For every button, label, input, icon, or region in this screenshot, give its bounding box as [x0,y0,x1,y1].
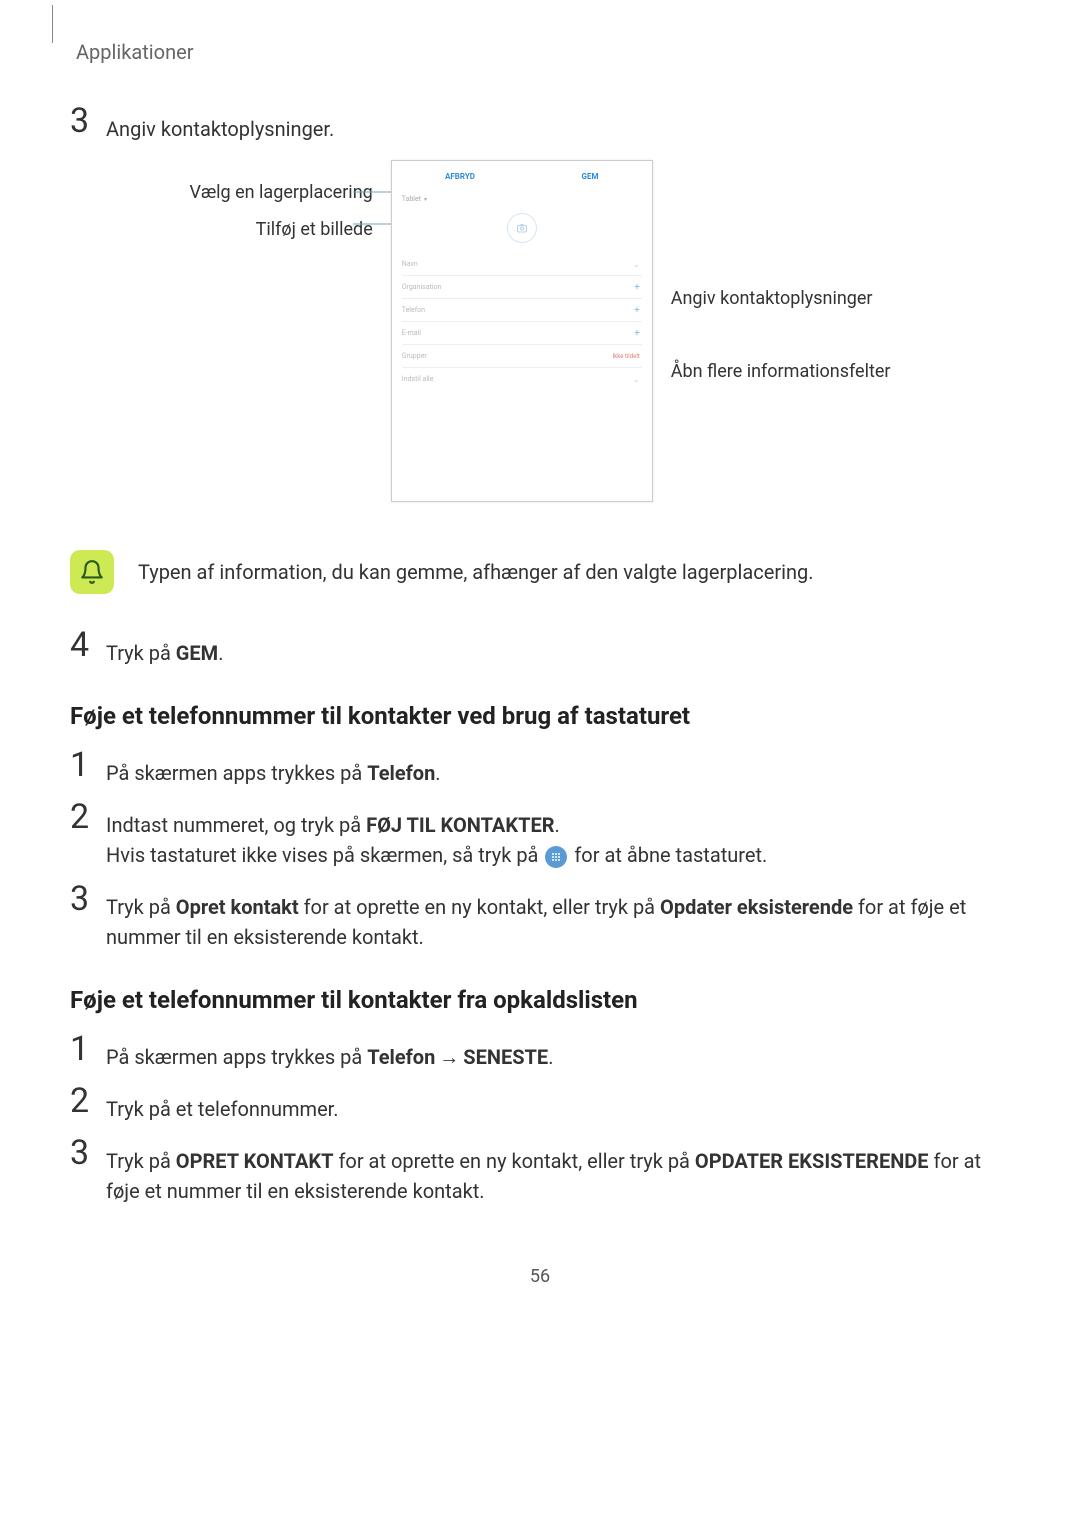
step-number: 4 [70,628,106,668]
dialpad-icon [545,846,567,868]
step-number: 3 [70,104,106,144]
callout-add-image: Tilføj et billede [256,219,373,240]
mock-field-more: Indstil alle⌄ [402,368,642,390]
calllog-step-1: 1 På skærmen apps trykkes på Telefon→SEN… [70,1032,1010,1072]
phone-mockup: AFBRYD GEM Tablet Navn⌄ Organisation+ Te… [391,160,653,502]
callout-storage: Vælg en lagerplacering [189,182,372,203]
mock-cancel: AFBRYD [445,172,475,181]
keypad-step-2: 2 Indtast nummeret, og tryk på FØJ TIL K… [70,800,1010,870]
step-text: Tryk på Opret kontakt for at oprette en … [106,882,1010,952]
step-text: På skærmen apps trykkes på Telefon. [106,748,441,788]
section-header: Applikationer [76,40,1010,64]
step-number: 2 [70,800,106,870]
mock-save: GEM [582,172,599,181]
step-3: 3 Angiv kontaktoplysninger. [70,104,1010,144]
arrow-icon: → [439,1045,459,1069]
heading-add-from-keypad: Føje et telefonnummer til kontakter ved … [70,702,1010,730]
note-callout: Typen af information, du kan gemme, afhæ… [70,550,1010,594]
note-text: Typen af information, du kan gemme, afhæ… [138,560,814,584]
step-text: Tryk på OPRET KONTAKT for at oprette en … [106,1136,1010,1206]
mock-field-groups: GrupperIkke tildelt [402,345,642,368]
document-page: Applikationer 3 Angiv kontaktoplysninger… [0,0,1080,1347]
step-text: Tryk på GEM. [106,628,223,668]
mock-field-name: Navn⌄ [402,253,642,276]
mock-header: AFBRYD GEM [392,161,652,191]
keypad-step-3: 3 Tryk på Opret kontakt for at oprette e… [70,882,1010,952]
figure-right-labels: Angiv kontaktoplysninger Åbn flere infor… [671,160,891,382]
step-number: 1 [70,1032,106,1072]
mock-photo-row [392,207,652,253]
callout-more-fields: Åbn flere informationsfelter [671,361,891,382]
step-text: Indtast nummeret, og tryk på FØJ TIL KON… [106,800,767,870]
step-number: 2 [70,1084,106,1124]
calllog-step-3: 3 Tryk på OPRET KONTAKT for at oprette e… [70,1136,1010,1206]
step-text: Tryk på et telefonnummer. [106,1084,339,1124]
figure-left-labels: Vælg en lagerplacering Tilføj et billede [189,160,372,240]
step-text: På skærmen apps trykkes på Telefon→SENES… [106,1032,553,1072]
mock-field-email: E-mail+ [402,322,642,345]
callout-enter-info: Angiv kontaktoplysninger [671,288,891,309]
calllog-step-2: 2 Tryk på et telefonnummer. [70,1084,1010,1124]
mock-field-org: Organisation+ [402,276,642,299]
camera-icon [507,213,537,243]
step-number: 3 [70,1136,106,1206]
heading-add-from-calllog: Føje et telefonnummer til kontakter fra … [70,986,1010,1014]
mock-storage-select: Tablet [392,191,652,207]
figure-diagram: Vælg en lagerplacering Tilføj et billede… [70,160,1010,520]
margin-rule [52,5,53,43]
step-number: 1 [70,748,106,788]
keypad-step-1: 1 På skærmen apps trykkes på Telefon. [70,748,1010,788]
step-text: Angiv kontaktoplysninger. [106,104,334,144]
mock-field-phone: Telefon+ [402,299,642,322]
bell-note-icon [70,550,114,594]
step-number: 3 [70,882,106,952]
step-4: 4 Tryk på GEM. [70,628,1010,668]
page-number: 56 [70,1266,1010,1287]
